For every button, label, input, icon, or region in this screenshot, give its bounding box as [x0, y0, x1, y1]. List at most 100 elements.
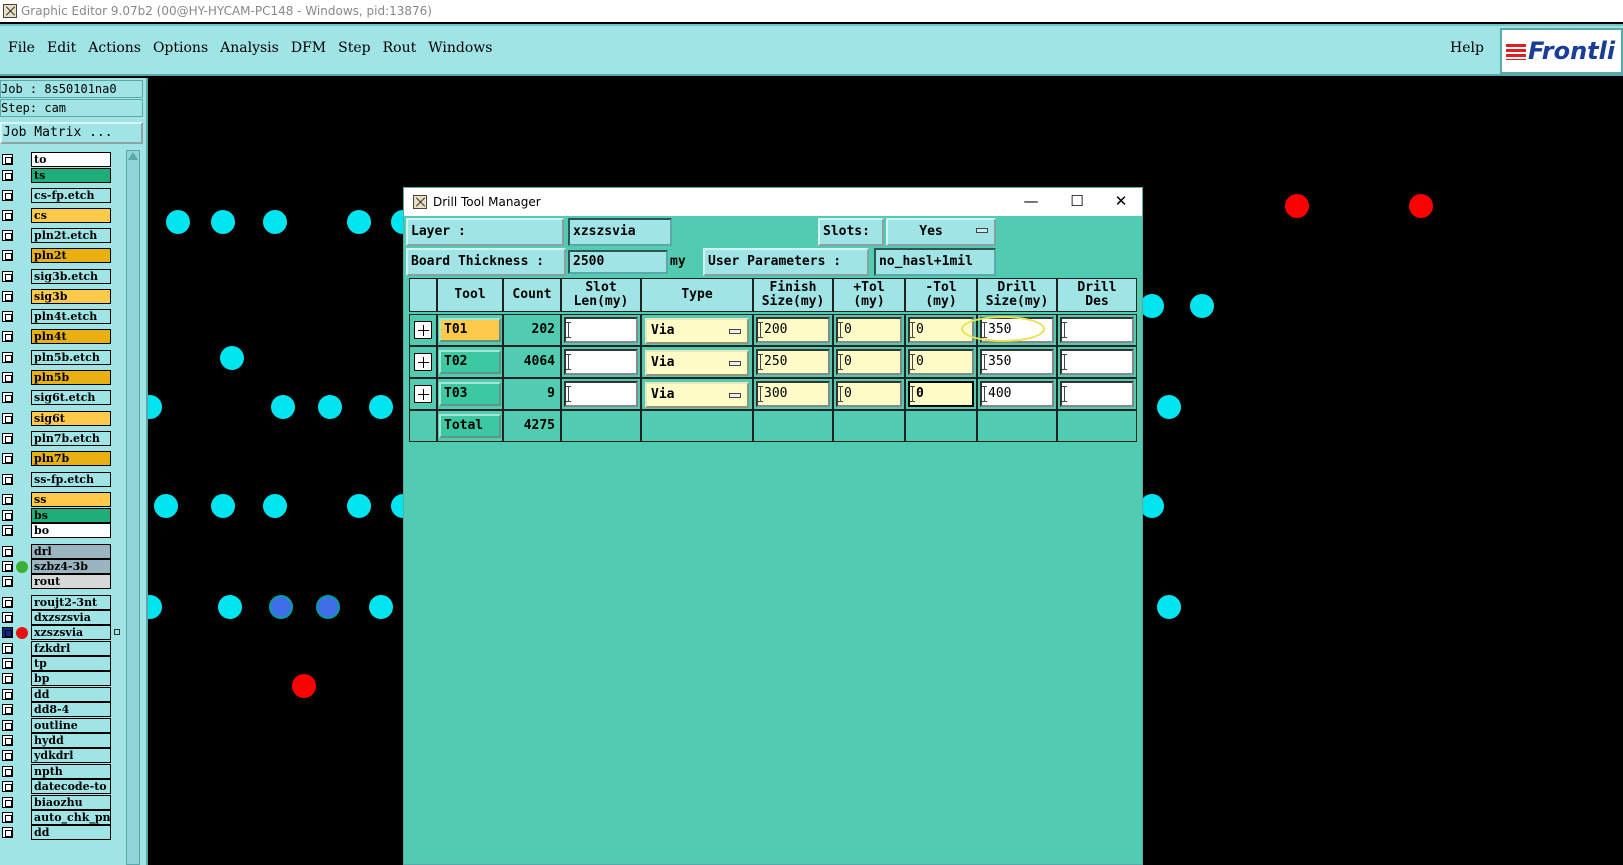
layer-checkbox[interactable]	[2, 750, 13, 761]
layer-checkbox[interactable]	[2, 372, 13, 383]
layer-name[interactable]: bo	[31, 523, 111, 538]
layer-name[interactable]: dd8-4	[31, 702, 111, 717]
layer-name[interactable]: szbz4-3b	[31, 559, 111, 574]
layer-checkbox[interactable]	[2, 433, 13, 444]
layer-row[interactable]: ts	[0, 168, 124, 183]
user-parameters-field[interactable]: no_hasl+1mil	[874, 248, 996, 276]
layer-row[interactable]: outline	[0, 718, 124, 733]
layer-checkbox[interactable]	[2, 673, 13, 684]
layer-checkbox[interactable]	[2, 827, 13, 838]
minus-tol-input[interactable]: 0	[908, 381, 974, 407]
layer-name[interactable]: bp	[31, 671, 111, 686]
tool-button[interactable]: T03	[439, 382, 501, 406]
layer-name[interactable]: cs-fp.etch	[31, 188, 111, 203]
layer-row[interactable]: pln5b.etch	[0, 350, 124, 365]
menu-file[interactable]: File	[2, 40, 41, 56]
layer-name[interactable]: outline	[31, 718, 111, 733]
layer-row[interactable]: pln4t	[0, 329, 124, 344]
layer-row[interactable]: auto_chk_pn	[0, 810, 124, 825]
layer-field[interactable]: xzszsvia	[568, 218, 672, 246]
layer-name[interactable]: cs	[31, 208, 111, 223]
slots-select[interactable]: Yes	[886, 218, 996, 246]
layer-row[interactable]: roujt2-3nt	[0, 595, 124, 610]
menu-actions[interactable]: Actions	[82, 40, 147, 56]
menu-analysis[interactable]: Analysis	[214, 40, 285, 56]
drill-size-input[interactable]: 350	[980, 349, 1054, 375]
layer-name[interactable]: tp	[31, 656, 111, 671]
layer-row[interactable]: xzszsvia	[0, 625, 124, 640]
layer-name[interactable]: ts	[31, 168, 111, 183]
job-matrix-button[interactable]: Job Matrix ...	[0, 122, 143, 144]
layer-checkbox[interactable]	[2, 190, 13, 201]
layer-row[interactable]: pln5b	[0, 370, 124, 385]
layer-checkbox[interactable]	[2, 704, 13, 715]
layer-checkbox[interactable]	[2, 510, 13, 521]
layer-row[interactable]: dd	[0, 825, 124, 840]
layer-name[interactable]: pln2t.etch	[31, 228, 111, 243]
maximize-icon[interactable]: ☐	[1055, 188, 1099, 216]
layer-checkbox[interactable]	[2, 453, 13, 464]
layer-name[interactable]: ydkdrl	[31, 748, 111, 763]
layer-checkbox[interactable]	[2, 561, 13, 572]
layer-checkbox[interactable]	[2, 797, 13, 808]
type-select[interactable]: Via	[645, 382, 749, 408]
layer-row[interactable]: cs	[0, 208, 124, 223]
menu-help[interactable]: Help	[1450, 40, 1484, 56]
layer-name[interactable]: ss-fp.etch	[31, 472, 111, 487]
layer-row[interactable]: cs-fp.etch	[0, 188, 124, 203]
layer-name[interactable]: datecode-to	[31, 779, 111, 794]
layer-row[interactable]: ss	[0, 492, 124, 507]
layer-checkbox[interactable]	[2, 230, 13, 241]
layer-name[interactable]: pln5b.etch	[31, 350, 111, 365]
finish-size-input[interactable]: 200	[756, 317, 830, 343]
plus-tol-input[interactable]: 0	[836, 317, 902, 343]
layer-checkbox[interactable]	[2, 812, 13, 823]
layer-checkbox[interactable]	[2, 331, 13, 342]
layer-checkbox[interactable]	[2, 546, 13, 557]
layer-checkbox[interactable]	[2, 766, 13, 777]
layer-name[interactable]: pln7b	[31, 451, 111, 466]
layer-list-scrollbar[interactable]	[126, 150, 140, 865]
layer-checkbox[interactable]	[2, 689, 13, 700]
layer-name[interactable]: ss	[31, 492, 111, 507]
layer-checkbox[interactable]	[2, 720, 13, 731]
layer-checkbox[interactable]	[2, 735, 13, 746]
scroll-up-icon[interactable]	[128, 152, 138, 160]
layer-row[interactable]: fzkdrl	[0, 641, 124, 656]
expand-tool-icon[interactable]	[414, 385, 432, 403]
layer-name[interactable]: pln2t	[31, 248, 111, 263]
slot-len-input[interactable]	[564, 381, 638, 407]
menu-edit[interactable]: Edit	[41, 40, 82, 56]
layer-checkbox[interactable]	[2, 352, 13, 363]
user-parameters-button[interactable]: User Parameters :	[703, 248, 869, 276]
layer-row[interactable]: bo	[0, 523, 124, 538]
layer-checkbox[interactable]	[2, 413, 13, 424]
layer-row[interactable]: sig6t	[0, 411, 124, 426]
layer-row[interactable]: ydkdrl	[0, 748, 124, 763]
layer-row[interactable]: biaozhu	[0, 795, 124, 810]
layer-checkbox[interactable]	[2, 627, 13, 638]
board-thickness-field[interactable]: 2500	[568, 250, 668, 274]
layer-name[interactable]: hydd	[31, 733, 111, 748]
layer-checkbox[interactable]	[2, 291, 13, 302]
layer-row[interactable]: dxzszsvia	[0, 610, 124, 625]
layer-checkbox[interactable]	[2, 576, 13, 587]
layer-row[interactable]: tp	[0, 656, 124, 671]
expand-tool-icon[interactable]	[414, 353, 432, 371]
layer-checkbox[interactable]	[2, 597, 13, 608]
layer-name[interactable]: npth	[31, 764, 111, 779]
layer-name[interactable]: sig3b	[31, 289, 111, 304]
layer-checkbox[interactable]	[2, 210, 13, 221]
menu-step[interactable]: Step	[332, 40, 376, 56]
layer-row[interactable]: sig3b.etch	[0, 269, 124, 284]
layer-name[interactable]: rout	[31, 574, 111, 589]
layer-row[interactable]: datecode-to	[0, 779, 124, 794]
slot-len-input[interactable]	[564, 349, 638, 375]
layer-name[interactable]: pln4t.etch	[31, 309, 111, 324]
expand-tool-icon[interactable]	[414, 321, 432, 339]
layer-checkbox[interactable]	[2, 643, 13, 654]
layer-row[interactable]: hydd	[0, 733, 124, 748]
layer-name[interactable]: drl	[31, 544, 111, 559]
type-select[interactable]: Via	[645, 350, 749, 376]
layer-name[interactable]: bs	[31, 508, 111, 523]
